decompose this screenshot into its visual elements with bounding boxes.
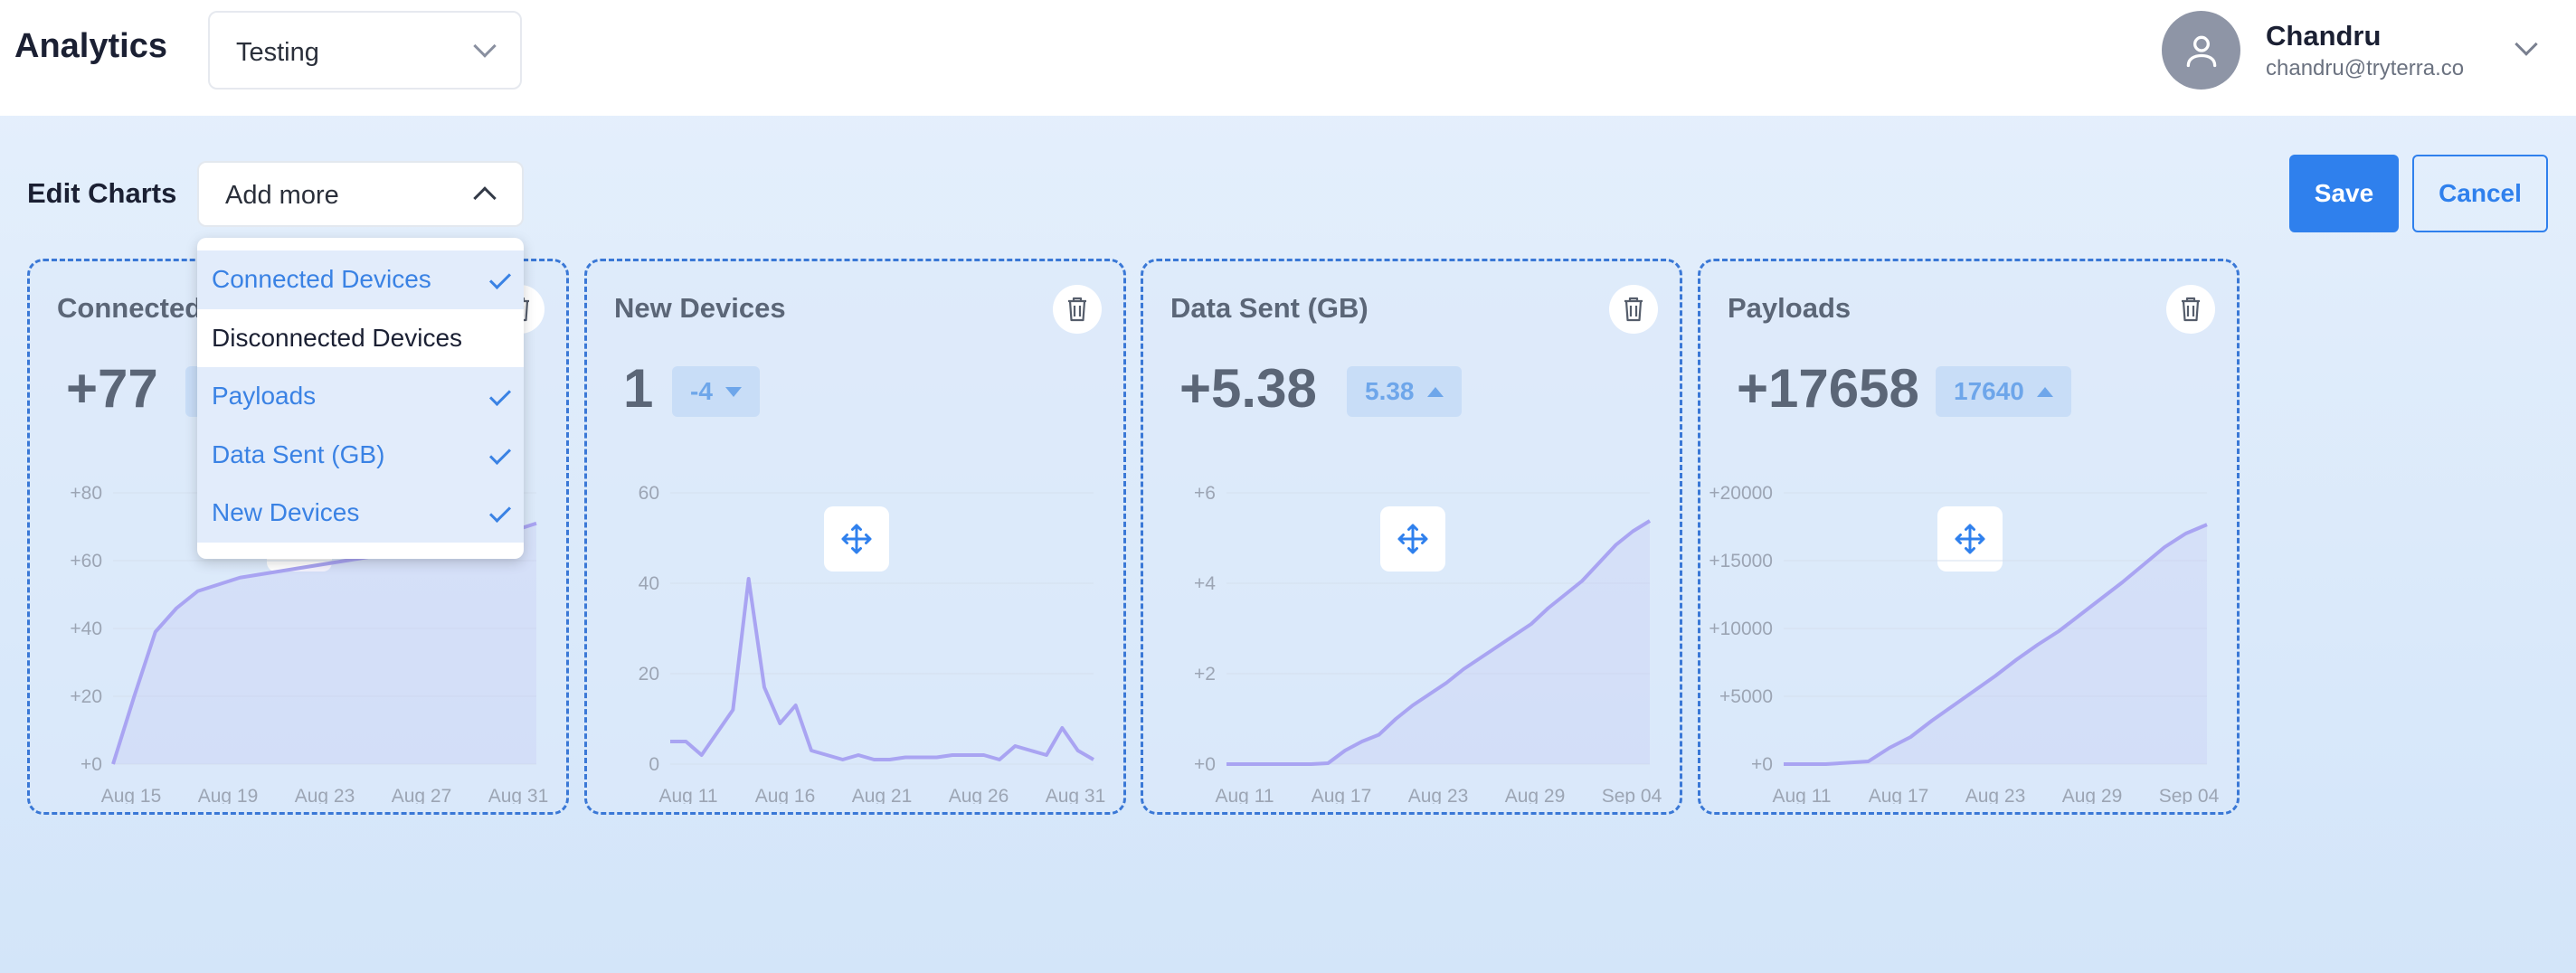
add-more-dropdown-menu: Connected Devices Disconnected Devices P…: [197, 238, 524, 559]
top-header: Analytics Testing Chandru chandru@tryter…: [0, 0, 2576, 116]
y-tick-label: +0: [1751, 754, 1773, 775]
x-tick-label: Aug 11: [1216, 786, 1274, 804]
y-tick-label: +4: [1194, 573, 1216, 594]
chevron-down-icon: [473, 34, 497, 58]
series-line: [670, 577, 1094, 761]
badge-value: 5.38: [1365, 377, 1415, 405]
series-area: [113, 523, 536, 764]
check-icon: [488, 383, 512, 407]
menu-item-label: Payloads: [212, 382, 317, 411]
x-tick-label: Aug 23: [295, 786, 355, 804]
y-tick-label: +0: [1194, 754, 1216, 775]
check-icon: [488, 500, 512, 524]
triangle-down-icon: [724, 386, 742, 397]
x-tick-label: Aug 16: [755, 786, 816, 804]
project-select[interactable]: Testing: [208, 11, 522, 90]
chart-card-data-sent[interactable]: Data Sent (GB) +5.38 5.38 +0 +2 +4 +6 Aug 11…: [1141, 259, 1682, 815]
project-select-value: Testing: [236, 38, 319, 67]
series-area: [1226, 521, 1650, 764]
user-name: Chandru: [2266, 20, 2382, 52]
add-more-label: Add more: [225, 181, 339, 210]
avatar[interactable]: [2162, 11, 2240, 90]
chevron-up-icon: [473, 186, 497, 210]
page-title: Analytics: [14, 27, 167, 65]
x-tick-label: Aug 26: [949, 786, 1009, 804]
menu-item-connected-devices[interactable]: Connected Devices: [197, 250, 524, 309]
badge-value: -4: [690, 377, 713, 405]
trash-icon[interactable]: [1053, 285, 1102, 334]
trash-icon[interactable]: [1609, 285, 1658, 334]
menu-item-payloads[interactable]: Payloads: [197, 367, 524, 426]
badge-value: 17640: [1954, 377, 2024, 405]
edit-charts-label: Edit Charts: [27, 177, 177, 209]
triangle-up-icon: [1426, 386, 1444, 397]
chart-new-devices: 0 20 40 60 Aug 11 Aug 16 Aug 21 Aug 26 Aug 31: [639, 483, 1106, 804]
chart-card-payloads[interactable]: Payloads +17658 17640 +0 +5000 +10000 +1500…: [1698, 259, 2240, 815]
x-tick-label: Aug 23: [1408, 786, 1469, 804]
card-title: New Devices: [614, 292, 786, 324]
x-tick-label: Aug 17: [1869, 786, 1929, 804]
menu-item-disconnected-devices[interactable]: Disconnected Devices: [197, 309, 524, 368]
card-metric: +77: [66, 358, 158, 419]
x-tick-label: Aug 15: [101, 786, 162, 804]
card-metric: 1: [623, 358, 654, 419]
x-tick-label: Sep 04: [2159, 786, 2220, 804]
user-email: chandru@tryterra.co: [2266, 56, 2465, 80]
chart-payloads: +0 +5000 +10000 +15000 +20000 Aug 11 Aug 17 Aug…: [1709, 483, 2220, 804]
y-tick-label: +20000: [1709, 483, 1773, 504]
card-metric: +5.38: [1179, 358, 1317, 419]
menu-item-new-devices[interactable]: New Devices: [197, 484, 524, 543]
y-tick-label: +5000: [1719, 686, 1773, 707]
check-icon: [488, 267, 512, 290]
menu-item-label: Connected Devices: [212, 265, 431, 294]
y-tick-label: +15000: [1709, 551, 1773, 572]
menu-item-label: Data Sent (GB): [212, 439, 385, 468]
x-tick-label: Sep 04: [1602, 786, 1662, 804]
y-tick-label: +20: [70, 686, 102, 707]
menu-item-label: Disconnected Devices: [212, 323, 463, 352]
y-tick-label: +6: [1194, 483, 1216, 504]
triangle-up-icon: [2036, 386, 2053, 397]
menu-item-data-sent[interactable]: Data Sent (GB): [197, 425, 524, 484]
y-tick-label: 40: [639, 573, 659, 594]
card-change-badge: 17640: [1936, 366, 2071, 417]
x-tick-label: Aug 29: [2062, 786, 2123, 804]
add-more-select[interactable]: Add more: [197, 161, 524, 227]
y-tick-label: 20: [639, 664, 659, 685]
x-tick-label: Aug 19: [198, 786, 259, 804]
y-tick-label: +80: [70, 483, 102, 504]
card-title: Data Sent (GB): [1170, 292, 1368, 324]
check-icon: [488, 442, 512, 465]
chart-card-new-devices[interactable]: New Devices 1 -4 0 20 40 60 Aug 11 Aug 16 Aug …: [584, 259, 1126, 815]
y-tick-label: +60: [70, 551, 102, 572]
chart-data-sent: +0 +2 +4 +6 Aug 11 Aug 17 Aug 23 Aug 29 Sep 04: [1194, 483, 1662, 804]
x-tick-label: Aug 11: [1773, 786, 1832, 804]
cancel-button[interactable]: Cancel: [2412, 155, 2548, 232]
y-tick-label: +10000: [1709, 619, 1773, 639]
user-icon: [2186, 35, 2217, 68]
y-tick-label: +40: [70, 619, 102, 639]
x-tick-label: Aug 21: [852, 786, 913, 804]
y-tick-label: +0: [80, 754, 102, 775]
card-metric: +17658: [1737, 358, 1919, 419]
x-tick-label: Aug 31: [488, 786, 549, 804]
card-title: Payloads: [1728, 292, 1852, 324]
x-tick-label: Aug 31: [1046, 786, 1106, 804]
x-tick-label: Aug 27: [392, 786, 452, 804]
x-tick-label: Aug 17: [1312, 786, 1372, 804]
user-menu-chevron-icon[interactable]: [2514, 33, 2538, 56]
card-change-badge: 5.38: [1347, 366, 1462, 417]
x-tick-label: Aug 29: [1505, 786, 1566, 804]
x-tick-label: Aug 11: [659, 786, 718, 804]
card-change-badge: -4: [672, 366, 760, 417]
menu-item-label: New Devices: [212, 498, 360, 527]
x-tick-label: Aug 23: [1965, 786, 2026, 804]
save-button[interactable]: Save: [2289, 155, 2399, 232]
y-tick-label: +2: [1194, 664, 1216, 685]
y-tick-label: 60: [639, 483, 659, 504]
trash-icon[interactable]: [2166, 285, 2215, 334]
y-tick-label: 0: [649, 754, 659, 775]
